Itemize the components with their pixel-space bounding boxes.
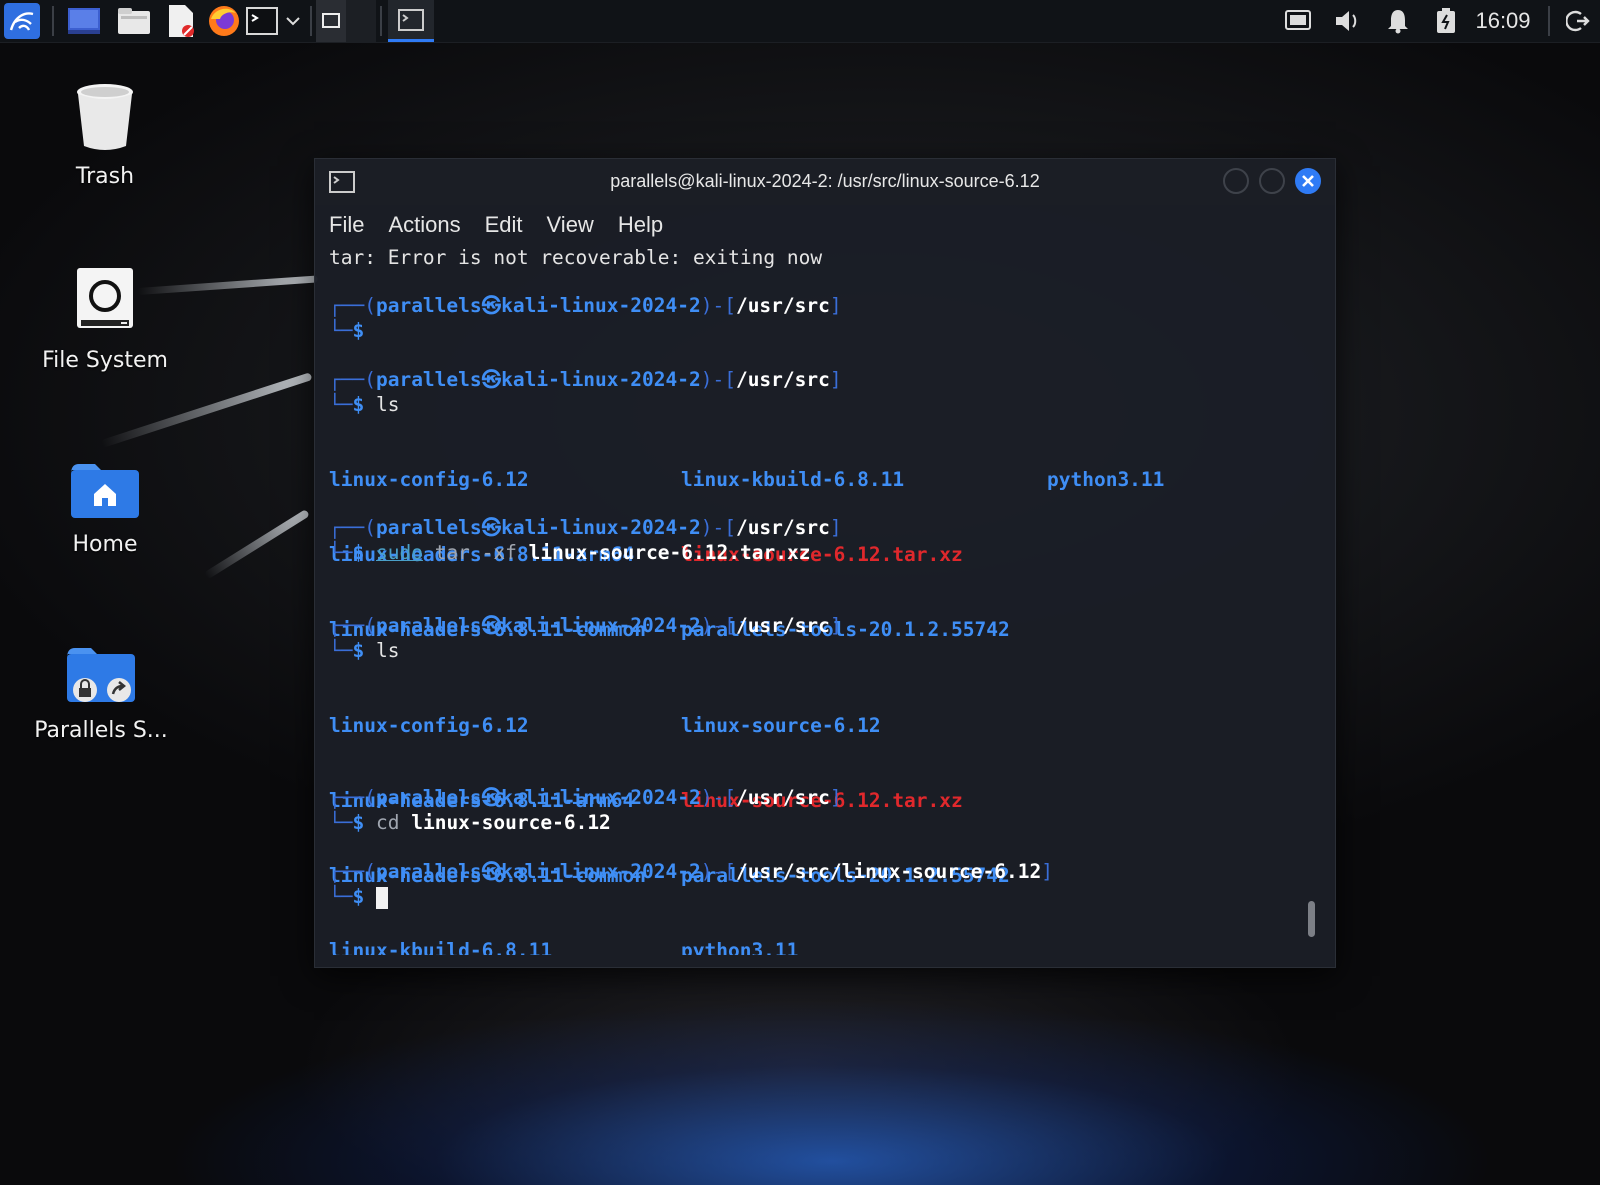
ls-entry: linux-kbuild-6.8.11 [681,468,905,491]
ls-output: linux-config-6.12 linux-headers-6.8.11-a… [329,417,1309,641]
command-line[interactable]: └─$ [329,884,388,909]
close-icon [1302,175,1314,187]
terminal-window[interactable]: parallels@kali-linux-2024-2: /usr/src/li… [314,158,1336,968]
window-titlebar[interactable]: parallels@kali-linux-2024-2: /usr/src/li… [315,159,1335,205]
desktop-icon-file-system[interactable]: File System [30,266,180,373]
menu-actions[interactable]: Actions [388,212,460,238]
ls-entry: linux-config-6.12 [329,468,529,491]
home-folder-icon [71,464,139,518]
file-manager-icon[interactable] [116,0,152,42]
kali-menu-icon[interactable] [0,0,44,42]
ls-entry: linux-config-6.12 [329,714,529,737]
prompt-line: ┌──(parallels㉿kali-linux-2024-2)-[/usr/s… [329,516,842,539]
desktop-icon-home[interactable]: Home [30,462,180,557]
ls-output: linux-config-6.12 linux-headers-6.8.11-a… [329,663,1309,955]
terminal-output[interactable]: tar: Error is not recoverable: exiting n… [329,245,1309,955]
drive-icon [77,268,133,328]
workspace-icon[interactable] [66,0,102,42]
window-title: parallels@kali-linux-2024-2: /usr/src/li… [610,171,1040,191]
maximize-button[interactable] [1259,168,1285,194]
prompt-line: ┌──(parallels㉿kali-linux-2024-2)-[/usr/s… [329,294,842,317]
clock[interactable]: 16:09 [1466,0,1540,42]
terminal-icon[interactable] [244,0,280,42]
prompt-line: ┌──(parallels㉿kali-linux-2024-2)-[/usr/s… [329,786,842,809]
logout-icon[interactable] [1560,0,1596,42]
desktop-icon-label: Parallels S... [34,718,168,743]
menu-edit[interactable]: Edit [485,212,523,238]
workspace2-icon[interactable] [346,0,376,42]
wallpaper-swoosh [203,509,310,580]
ls-entry: python3.11 [1047,468,1165,491]
menu-view[interactable]: View [547,212,594,238]
ls-entry: linux-kbuild-6.8.11 [329,939,553,955]
wallpaper-swoosh [100,372,313,448]
display-icon[interactable] [1280,0,1316,42]
desktop-icon-trash[interactable]: Trash [30,82,180,189]
ls-entry: python3.11 [681,939,799,955]
desktop-icon-label: Home [72,532,138,557]
prompt-line: ┌──(parallels㉿kali-linux-2024-2)-[/usr/s… [329,860,1053,883]
panel-separator [52,6,54,36]
panel-separator [380,6,382,36]
battery-icon[interactable] [1428,0,1464,42]
command-line: └─$ sudo tar -xf linux-source-6.12.tar.x… [329,541,811,564]
firefox-icon[interactable] [206,0,242,42]
notification-icon[interactable] [1380,0,1416,42]
panel-separator [1548,6,1550,36]
menu-bar: File Actions Edit View Help [315,205,1335,245]
command-line: └─$ [329,319,365,342]
command-line: └─$ ls [329,393,400,416]
shared-folder-icon [67,648,135,702]
menu-help[interactable]: Help [618,212,663,238]
prompt-line: ┌──(parallels㉿kali-linux-2024-2)-[/usr/s… [329,368,842,391]
ls-entry: linux-source-6.12 [681,714,881,737]
trash-icon [77,84,133,150]
command-line: └─$ ls [329,639,400,662]
desktop-icon-label: Trash [75,164,135,189]
panel-separator [310,6,312,36]
command-line: └─$ cd linux-source-6.12 [329,811,611,834]
desktop-icon-label: File System [42,348,168,373]
scrollbar-thumb[interactable] [1308,901,1315,937]
dropdown-icon[interactable] [282,0,304,42]
text-editor-icon[interactable] [164,0,198,42]
terminal-error-line: tar: Error is not recoverable: exiting n… [329,246,823,269]
minimize-button[interactable] [1223,168,1249,194]
text-cursor [375,886,388,909]
terminal-task-icon[interactable] [388,0,434,42]
top-panel: 16:09 [0,0,1600,43]
close-button[interactable] [1295,168,1321,194]
clock-text: 16:09 [1475,8,1531,33]
menu-file[interactable]: File [329,212,364,238]
prompt-line: ┌──(parallels㉿kali-linux-2024-2)-[/usr/s… [329,614,842,637]
volume-icon[interactable] [1330,0,1366,42]
desktop-icon-parallels-shared[interactable]: Parallels S... [26,646,176,743]
workspace1-icon[interactable] [316,0,346,42]
